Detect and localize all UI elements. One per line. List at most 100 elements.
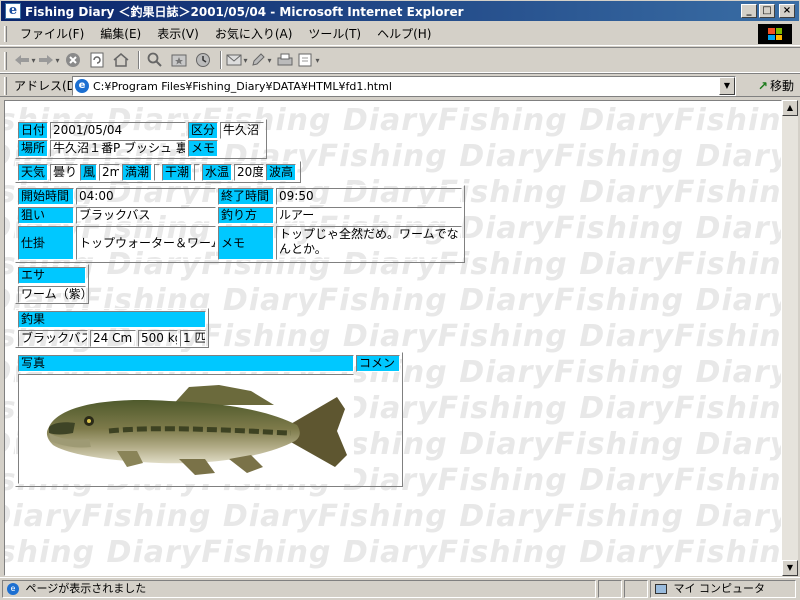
status-message: e ページが表示されました [2, 580, 596, 598]
title-bar[interactable]: e Fishing Diary ＜釣果日誌＞2001/05/04 - Micro… [0, 0, 800, 22]
page-content[interactable]: Fishing DiaryFishing DiaryFishing DiaryF… [4, 100, 782, 576]
discuss-icon[interactable]: ▾ [298, 49, 320, 71]
weather-value: 曇り [50, 164, 78, 181]
mail-icon[interactable]: ▾ [226, 49, 248, 71]
windows-logo-icon [758, 24, 792, 44]
menu-help[interactable]: ヘルプ(H) [371, 25, 437, 42]
water-temp-label: 水温 [202, 164, 232, 181]
wind-value: 2m [99, 164, 120, 181]
menu-edit[interactable]: 編集(E) [94, 25, 147, 42]
my-computer-icon [655, 584, 667, 594]
print-icon[interactable] [274, 49, 296, 71]
method-label: 釣り方 [218, 207, 274, 224]
search-icon[interactable] [144, 49, 166, 71]
back-icon[interactable]: ▾ [14, 49, 36, 71]
start-time-value: 04:00 [76, 188, 216, 205]
menubar-grip[interactable] [4, 26, 7, 42]
target-value: ブラックバス [76, 207, 216, 224]
low-tide-label: 干潮 [162, 164, 192, 181]
target-label: 狙い [18, 207, 74, 224]
favorites-icon[interactable] [168, 49, 190, 71]
bait-table: エサ ワーム（紫） [15, 264, 89, 304]
menu-bar: ファイル(F) 編集(E) 表示(V) お気に入り(A) ツール(T) ヘルプ(… [0, 22, 800, 46]
status-pane [598, 580, 622, 598]
page-icon: e [75, 79, 89, 93]
place-label: 場所 [18, 140, 48, 157]
comment-label: コメント [356, 355, 400, 372]
catch-count-value: 1 匹 [180, 330, 206, 347]
catch-size-value: 24 Cm [90, 330, 136, 347]
menu-tools[interactable]: ツール(T) [302, 25, 367, 42]
toolbar-separator [138, 51, 140, 69]
high-tide-label: 満潮 [122, 164, 152, 181]
minimize-button[interactable]: _ [741, 4, 757, 18]
stop-icon[interactable] [62, 49, 84, 71]
refresh-icon[interactable] [86, 49, 108, 71]
address-url[interactable]: C:¥Program Files¥Fishing_Diary¥DATA¥HTML… [93, 80, 392, 93]
security-zone[interactable]: マイ コンピュータ [650, 580, 796, 598]
home-icon[interactable] [110, 49, 132, 71]
memo-label: メモ [188, 140, 218, 157]
window-controls: _ □ × [741, 4, 795, 18]
catch-weight-value: 500 kg [138, 330, 178, 347]
vertical-scrollbar[interactable]: ▲ ▼ [782, 100, 798, 576]
kubun-label: 区分 [188, 122, 218, 139]
forward-icon[interactable]: ▾ [38, 49, 60, 71]
ie-app-icon[interactable]: e [5, 3, 21, 19]
tackle-value: トップウォーター＆ワーム [76, 226, 216, 260]
catch-table: 釣果 ブラックバス 24 Cm 500 kg 1 匹 [15, 308, 209, 348]
maximize-button[interactable]: □ [759, 4, 775, 18]
standard-toolbar: ▾ ▾ ▾ ▾ ▾ [0, 47, 800, 73]
tackle-label: 仕掛 [18, 226, 74, 260]
memo2-value: トップじゃ全然だめ。ワームでなんとか。 [276, 226, 462, 260]
black-bass-image [46, 385, 347, 475]
end-time-label: 終了時間 [218, 188, 274, 205]
menu-file[interactable]: ファイル(F) [14, 25, 90, 42]
toolbar-grip[interactable] [4, 52, 7, 70]
menu-favorites[interactable]: お気に入り(A) [209, 25, 299, 42]
weather-label: 天気 [18, 164, 48, 181]
edit-icon[interactable]: ▾ [250, 49, 272, 71]
scroll-up-button[interactable]: ▲ [782, 100, 798, 116]
low-tide-value [194, 164, 200, 181]
wave-label: 波高 [266, 164, 296, 181]
method-value: ルアー [276, 207, 462, 224]
fishing-detail-table: 開始時間 04:00 終了時間 09:50 狙い ブラックバス 釣り方 ルアー … [15, 185, 465, 263]
background-watermark: Fishing DiaryFishing DiaryFishing DiaryF… [5, 535, 782, 570]
history-icon[interactable] [192, 49, 214, 71]
bait-value: ワーム（紫） [18, 286, 86, 303]
end-time-value: 09:50 [276, 188, 462, 205]
menu-view[interactable]: 表示(V) [151, 25, 205, 42]
close-button[interactable]: × [779, 4, 795, 18]
date-label: 日付 [18, 122, 48, 139]
status-bar: e ページが表示されました マイ コンピュータ [0, 577, 800, 600]
status-text: ページが表示されました [25, 582, 147, 595]
address-dropdown-button[interactable]: ▼ [719, 77, 735, 95]
high-tide-value [154, 164, 160, 181]
address-input[interactable]: e C:¥Program Files¥Fishing_Diary¥DATA¥HT… [72, 76, 736, 96]
address-label: アドレス(D) [14, 78, 81, 93]
go-button[interactable]: ↗ 移動 [758, 77, 794, 94]
scroll-down-button[interactable]: ▼ [782, 560, 798, 576]
place-value: 牛久沼１番P ブッシュ 裏 [50, 140, 186, 157]
zone-text: マイ コンピュータ [673, 582, 766, 595]
photo-table: 写真 コメント [15, 352, 403, 487]
window-title: Fishing Diary ＜釣果日誌＞2001/05/04 - Microso… [25, 4, 464, 19]
go-arrow-icon: ↗ [757, 78, 768, 93]
weather-table: 天気 曇り 風 2m 満潮 干潮 水温 20度 波高 [15, 161, 301, 183]
page-done-icon: e [7, 583, 19, 595]
toolbar-separator [220, 51, 222, 69]
status-pane [624, 580, 648, 598]
fish-photo [18, 374, 354, 484]
wind-label: 風 [80, 164, 97, 181]
kubun-value: 牛久沼 [220, 122, 264, 139]
bait-label: エサ [18, 267, 86, 284]
memo2-label: メモ [218, 226, 274, 260]
go-label: 移動 [769, 79, 794, 93]
address-bar: アドレス(D) e C:¥Program Files¥Fishing_Diary… [0, 73, 800, 97]
water-temp-value: 20度 [234, 164, 264, 181]
date-value: 2001/05/04 [50, 122, 186, 139]
addressbar-grip[interactable] [4, 77, 7, 95]
catch-label: 釣果 [18, 311, 206, 328]
background-watermark: Fishing DiaryFishing DiaryFishing DiaryF… [4, 499, 782, 534]
